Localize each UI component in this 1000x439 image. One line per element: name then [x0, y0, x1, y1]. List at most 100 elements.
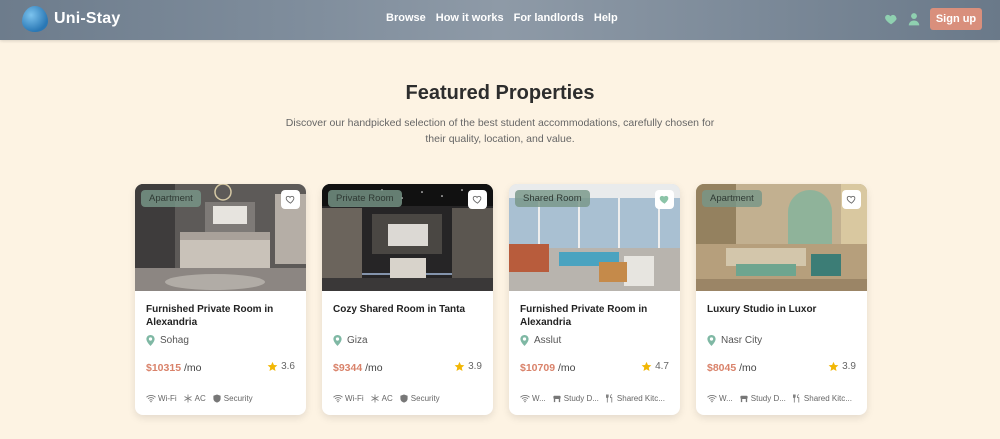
snowflake-icon [370, 394, 379, 403]
property-type-badge: Private Room [328, 190, 402, 207]
property-location: Nasr City [707, 335, 762, 346]
amenities: W... Study D... Shared Kitc... [707, 394, 852, 403]
property-card[interactable]: Apartment Luxury Studio in Luxor Nasr Ci… [696, 184, 867, 415]
price-row: $9344 /mo [333, 362, 383, 374]
price-row: $8045 /mo [707, 362, 757, 374]
favorite-button[interactable] [281, 190, 300, 209]
amenity-item: Wi-Fi [146, 394, 177, 403]
star-icon [641, 361, 652, 371]
amenity-item: W... [520, 394, 546, 403]
price-value: $9344 [333, 362, 363, 374]
amenity-label: Wi-Fi [158, 394, 177, 403]
logo-drop-icon [22, 6, 48, 32]
nav-link-browse[interactable]: Browse [386, 12, 426, 24]
nav-actions: Sign up [884, 8, 982, 30]
rating: 3.9 [828, 361, 856, 372]
shield-icon [400, 394, 408, 403]
price-row: $10709 /mo [520, 362, 575, 374]
price-value: $10709 [520, 362, 556, 374]
amenity-item: Security [399, 394, 440, 403]
favorite-button[interactable] [655, 190, 674, 209]
section-title: Featured Properties [405, 82, 595, 104]
rating-value: 4.7 [655, 361, 669, 372]
wifi-icon [520, 395, 530, 403]
property-title[interactable]: Cozy Shared Room in Tanta [333, 303, 485, 316]
property-type-badge: Shared Room [515, 190, 590, 207]
nav-links: Browse How it works For landlords Help [386, 12, 618, 24]
favorites-heart-icon[interactable] [884, 12, 898, 26]
star-icon [828, 361, 839, 371]
kitchen-icon [792, 394, 800, 403]
price-period: /mo [183, 362, 202, 374]
amenity-label: Security [223, 394, 253, 403]
brand-name: Uni-Stay [54, 10, 121, 27]
heart-outline-icon [472, 195, 482, 204]
star-icon [267, 361, 278, 371]
price-period: /mo [557, 362, 576, 374]
brand[interactable]: Uni-Stay [22, 6, 121, 32]
amenity-label: Shared Kitc... [803, 394, 852, 403]
location-pin-icon [146, 335, 155, 346]
property-location: Giza [333, 335, 368, 346]
amenities: Wi-Fi AC Security [146, 394, 253, 403]
amenity-item: AC [183, 394, 206, 403]
rating-value: 3.9 [842, 361, 856, 372]
property-type-badge: Apartment [141, 190, 201, 207]
amenity-item: W... [707, 394, 733, 403]
property-title[interactable]: Furnished Private Room in Alexandria [520, 303, 672, 329]
property-title[interactable]: Luxury Studio in Luxor [707, 303, 859, 316]
location-pin-icon [520, 335, 529, 346]
heart-filled-icon [659, 195, 669, 204]
desk-icon [740, 395, 748, 403]
property-location: Sohag [146, 335, 189, 346]
amenity-label: AC [194, 394, 206, 403]
property-card[interactable]: Private Room Cozy Shared Room in Tanta G… [322, 184, 493, 415]
amenity-item: Shared Kitc... [792, 394, 852, 403]
user-icon[interactable] [908, 12, 920, 26]
amenity-label: Wi-Fi [345, 394, 364, 403]
price-value: $8045 [707, 362, 737, 374]
price-value: $10315 [146, 362, 182, 374]
heart-outline-icon [846, 195, 856, 204]
rating: 4.7 [641, 361, 669, 372]
property-type-badge: Apartment [702, 190, 762, 207]
snowflake-icon [183, 394, 192, 403]
desk-icon [553, 395, 561, 403]
wifi-icon [333, 395, 343, 403]
nav-link-help[interactable]: Help [594, 12, 618, 24]
signup-button[interactable]: Sign up [930, 8, 982, 30]
rating-value: 3.9 [468, 361, 482, 372]
star-icon [454, 361, 465, 371]
nav-link-how-it-works[interactable]: How it works [436, 12, 504, 24]
amenity-label: Security [410, 394, 440, 403]
location-text: Sohag [160, 335, 189, 346]
rating: 3.6 [267, 361, 295, 372]
amenity-label: Shared Kitc... [616, 394, 665, 403]
amenity-label: AC [381, 394, 393, 403]
amenity-item: Study D... [739, 394, 786, 403]
shield-icon [213, 394, 221, 403]
property-image: Apartment [696, 184, 867, 291]
nav-link-for-landlords[interactable]: For landlords [514, 12, 584, 24]
property-image: Shared Room [509, 184, 680, 291]
favorite-button[interactable] [842, 190, 861, 209]
location-text: Asslut [534, 335, 562, 346]
amenity-label: W... [532, 394, 546, 403]
rating: 3.9 [454, 361, 482, 372]
property-title[interactable]: Furnished Private Room in Alexandria [146, 303, 298, 329]
section-subtitle: Discover our handpicked selection of the… [285, 117, 715, 145]
location-pin-icon [333, 335, 342, 346]
property-card[interactable]: Shared Room Furnished Private Room in Al… [509, 184, 680, 415]
amenity-item: Study D... [552, 394, 599, 403]
amenity-label: Study D... [750, 394, 786, 403]
property-card[interactable]: Apartment Furnished Private Room in Alex… [135, 184, 306, 415]
location-pin-icon [707, 335, 716, 346]
wifi-icon [707, 395, 717, 403]
favorite-button[interactable] [468, 190, 487, 209]
property-location: Asslut [520, 335, 561, 346]
location-text: Giza [347, 335, 368, 346]
top-navbar: Uni-Stay Browse How it works For landlor… [0, 0, 1000, 40]
kitchen-icon [605, 394, 613, 403]
rating-value: 3.6 [281, 361, 295, 372]
price-period: /mo [739, 362, 757, 374]
